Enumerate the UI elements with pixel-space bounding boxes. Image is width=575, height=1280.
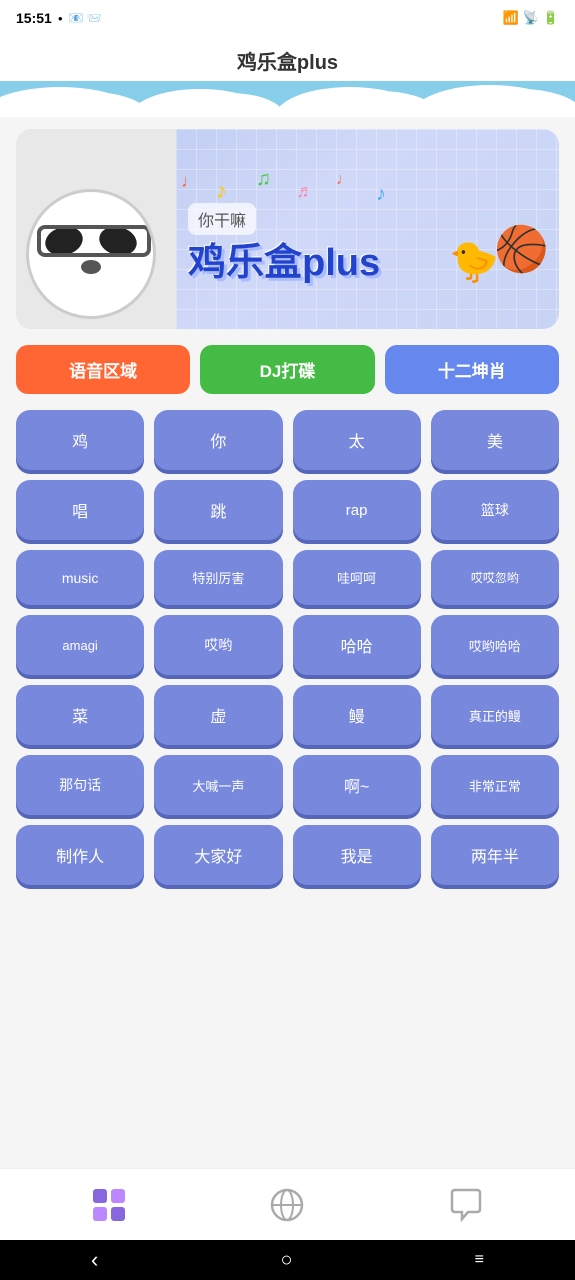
sound-btn-5[interactable]: 跳	[154, 480, 282, 540]
sound-btn-16[interactable]: 菜	[16, 685, 144, 745]
category-buttons: 语音区域 DJ打碟 十二坤肖	[16, 345, 559, 394]
home-nav-icon	[91, 1187, 127, 1223]
note-6: ♪	[376, 183, 386, 206]
nav-message[interactable]	[428, 1179, 504, 1231]
sound-btn-21[interactable]: 大喊一声	[154, 755, 282, 815]
sound-btn-20[interactable]: 那句话	[16, 755, 144, 815]
sound-btn-2[interactable]: 太	[293, 410, 421, 470]
sound-btn-17[interactable]: 虚	[154, 685, 282, 745]
app-title: 鸡乐盒plus	[237, 52, 338, 74]
sound-buttons-grid: 鸡 你 太 美 唱 跳 rap 篮球 music 特别厉害 哇呵呵 哎哎忽哟 a…	[16, 410, 559, 885]
panda-glasses	[37, 225, 151, 257]
sound-btn-25[interactable]: 大家好	[154, 825, 282, 885]
message-nav-icon	[448, 1187, 484, 1223]
note-1: ♩	[181, 171, 199, 192]
note-4: ♬	[296, 181, 314, 202]
battery-icon: 🔋	[543, 10, 559, 26]
sound-btn-7[interactable]: 篮球	[431, 480, 559, 540]
banner-subtitle: 你干嘛	[198, 213, 246, 230]
banner-basketball-icon: 🏀	[494, 223, 549, 275]
banner-panda	[16, 129, 176, 329]
sound-btn-6[interactable]: rap	[293, 480, 421, 540]
sound-btn-11[interactable]: 哎哎忽哟	[431, 550, 559, 605]
nav-home[interactable]	[71, 1179, 147, 1231]
sound-btn-18[interactable]: 鳗	[293, 685, 421, 745]
bottom-nav	[0, 1168, 575, 1240]
banner-subtitle-box: 你干嘛	[188, 203, 256, 235]
app-header: 鸡乐盒plus	[0, 36, 575, 81]
clouds-svg	[0, 81, 575, 117]
status-icons: 📧 📨	[69, 11, 102, 25]
sound-btn-1[interactable]: 你	[154, 410, 282, 470]
sound-btn-19[interactable]: 真正的鳗	[431, 685, 559, 745]
status-dot: ●	[58, 14, 63, 23]
dj-button[interactable]: DJ打碟	[200, 345, 374, 394]
status-right-icons: 📶 📡 🔋	[502, 10, 559, 26]
sound-btn-4[interactable]: 唱	[16, 480, 144, 540]
nav-discover[interactable]	[249, 1179, 325, 1231]
main-content: ♩ ♪ ♫ ♬ ♩ ♪ 你干嘛 鸡乐盒plus 🐤 🏀 语音区域 DJ打碟 十二…	[0, 117, 575, 1280]
note-3: ♫	[256, 168, 271, 191]
android-menu-btn[interactable]: ≡	[455, 1247, 504, 1273]
time-display: 15:51	[16, 10, 52, 26]
sound-btn-3[interactable]: 美	[431, 410, 559, 470]
wifi-icon: 📡	[523, 10, 539, 26]
sound-btn-23[interactable]: 非常正常	[431, 755, 559, 815]
sound-btn-27[interactable]: 两年半	[431, 825, 559, 885]
banner-chick-icon: 🐤	[449, 238, 499, 285]
panda-nose	[81, 260, 101, 274]
signal-icon: 📶	[502, 10, 518, 26]
sound-btn-10[interactable]: 哇呵呵	[293, 550, 421, 605]
note-2: ♪	[216, 178, 227, 204]
sound-btn-8[interactable]: music	[16, 550, 144, 605]
note-5: ♩	[336, 171, 352, 189]
status-bar: 15:51 ● 📧 📨 📶 📡 🔋	[0, 0, 575, 36]
cloud-decoration	[0, 81, 575, 117]
android-back-btn[interactable]: ‹	[71, 1243, 118, 1277]
sound-btn-15[interactable]: 哎哟哈哈	[431, 615, 559, 675]
sound-btn-24[interactable]: 制作人	[16, 825, 144, 885]
sound-btn-9[interactable]: 特别厉害	[154, 550, 282, 605]
status-time-area: 15:51 ● 📧 📨	[16, 10, 102, 26]
sound-btn-12[interactable]: amagi	[16, 615, 144, 675]
sound-btn-13[interactable]: 哎哟	[154, 615, 282, 675]
android-nav-bar: ‹ ○ ≡	[0, 1240, 575, 1280]
panda-face	[26, 189, 156, 319]
banner-text-area: ♩ ♪ ♫ ♬ ♩ ♪ 你干嘛 鸡乐盒plus 🐤 🏀	[176, 163, 559, 295]
sound-btn-0[interactable]: 鸡	[16, 410, 144, 470]
sound-btn-22[interactable]: 啊~	[293, 755, 421, 815]
sound-btn-14[interactable]: 哈哈	[293, 615, 421, 675]
banner: ♩ ♪ ♫ ♬ ♩ ♪ 你干嘛 鸡乐盒plus 🐤 🏀	[16, 129, 559, 329]
sound-btn-26[interactable]: 我是	[293, 825, 421, 885]
discover-nav-icon	[269, 1187, 305, 1223]
voice-zone-button[interactable]: 语音区域	[16, 345, 190, 394]
android-home-btn[interactable]: ○	[260, 1245, 312, 1276]
zodiac-button[interactable]: 十二坤肖	[385, 345, 559, 394]
